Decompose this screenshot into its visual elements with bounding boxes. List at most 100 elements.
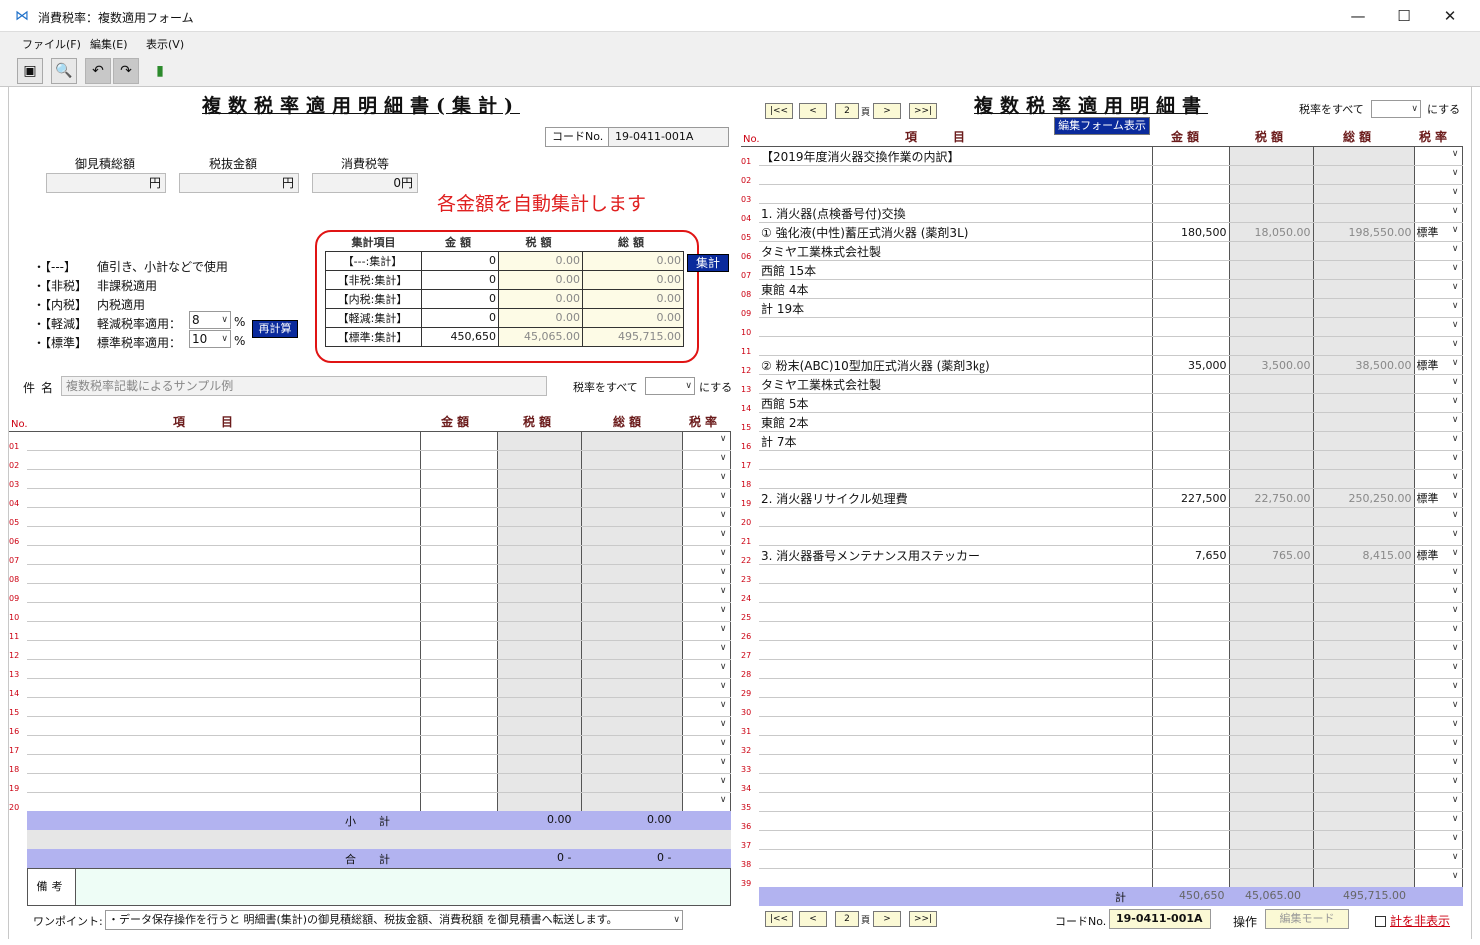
amount-cell[interactable] bbox=[420, 716, 498, 736]
table-row[interactable]: 35 ∨ bbox=[741, 792, 1463, 812]
tax-cell[interactable] bbox=[1229, 583, 1314, 603]
item-cell[interactable] bbox=[759, 735, 1153, 755]
total-cell[interactable] bbox=[581, 526, 683, 546]
total-cell[interactable] bbox=[1313, 507, 1415, 527]
rate-cell[interactable]: ∨ bbox=[1414, 184, 1463, 204]
total-cell[interactable] bbox=[1313, 792, 1415, 812]
menu-view[interactable]: 表示(V) bbox=[146, 36, 184, 52]
table-row[interactable]: 02 ∨ bbox=[741, 165, 1463, 185]
edit-form-button[interactable]: 編集フォーム表示 bbox=[1054, 117, 1150, 135]
total-cell[interactable] bbox=[581, 507, 683, 527]
standard-rate-select[interactable]: 10 ∨ bbox=[189, 330, 231, 348]
total-cell[interactable] bbox=[1313, 868, 1415, 888]
minimize-button[interactable]: — bbox=[1338, 4, 1378, 28]
total-cell[interactable] bbox=[1313, 184, 1415, 204]
amount-cell[interactable] bbox=[420, 754, 498, 774]
rate-cell[interactable]: ∨ bbox=[1414, 450, 1463, 470]
item-cell[interactable]: 西館 5本 bbox=[759, 393, 1153, 413]
total-cell[interactable] bbox=[1313, 716, 1415, 736]
tax-cell[interactable] bbox=[497, 716, 582, 736]
tax-cell[interactable] bbox=[1229, 868, 1314, 888]
page-nav-button[interactable]: < bbox=[799, 911, 827, 927]
amount-cell[interactable]: 227,500 bbox=[1152, 488, 1230, 508]
amount-cell[interactable] bbox=[1152, 773, 1230, 793]
amount-cell[interactable] bbox=[1152, 716, 1230, 736]
total-cell[interactable] bbox=[581, 697, 683, 717]
tax-cell[interactable] bbox=[497, 678, 582, 698]
item-cell[interactable] bbox=[27, 431, 421, 451]
table-row[interactable]: 37 ∨ bbox=[741, 830, 1463, 850]
item-cell[interactable] bbox=[759, 317, 1153, 337]
amount-cell[interactable] bbox=[1152, 374, 1230, 394]
item-cell[interactable]: 2. 消火器リサイクル処理費 bbox=[759, 488, 1153, 508]
tax-cell[interactable] bbox=[497, 621, 582, 641]
amount-cell[interactable] bbox=[1152, 184, 1230, 204]
rate-cell[interactable]: ∨ bbox=[1414, 146, 1463, 166]
rate-cell[interactable]: ∨ bbox=[1414, 412, 1463, 432]
total-cell[interactable] bbox=[581, 792, 683, 812]
rate-cell[interactable]: ∨ bbox=[1414, 583, 1463, 603]
amount-cell[interactable] bbox=[1152, 241, 1230, 261]
total-cell[interactable] bbox=[1313, 849, 1415, 869]
total-button[interactable]: 集計 bbox=[687, 254, 729, 272]
item-cell[interactable] bbox=[759, 507, 1153, 527]
table-row[interactable]: 15 ∨ bbox=[9, 697, 731, 717]
amount-cell[interactable] bbox=[1152, 659, 1230, 679]
table-row[interactable]: 01 【2019年度消火器交換作業の内訳】 ∨ bbox=[741, 146, 1463, 166]
tax-cell[interactable] bbox=[1229, 564, 1314, 584]
total-cell[interactable] bbox=[581, 659, 683, 679]
amount-cell[interactable] bbox=[420, 469, 498, 489]
rate-cell[interactable]: ∨ bbox=[1414, 754, 1463, 774]
tax-cell[interactable] bbox=[497, 697, 582, 717]
tax-cell[interactable] bbox=[1229, 773, 1314, 793]
undo-button[interactable]: ↶ bbox=[85, 58, 111, 84]
amount-cell[interactable] bbox=[1152, 336, 1230, 356]
total-cell[interactable] bbox=[581, 773, 683, 793]
tax-cell[interactable] bbox=[1229, 735, 1314, 755]
total-cell[interactable] bbox=[1313, 317, 1415, 337]
close-button[interactable]: ✕ bbox=[1430, 4, 1470, 28]
tax-cell[interactable] bbox=[1229, 374, 1314, 394]
rate-cell[interactable]: ∨ bbox=[682, 792, 731, 812]
rate-cell[interactable]: ∨ bbox=[682, 716, 731, 736]
item-cell[interactable] bbox=[759, 773, 1153, 793]
tax-cell[interactable] bbox=[1229, 792, 1314, 812]
tax-cell[interactable] bbox=[1229, 716, 1314, 736]
rate-cell[interactable]: ∨ bbox=[682, 773, 731, 793]
table-row[interactable]: 05 ∨ bbox=[9, 507, 731, 527]
amount-cell[interactable] bbox=[420, 773, 498, 793]
rate-cell[interactable]: ∨ bbox=[682, 583, 731, 603]
item-cell[interactable] bbox=[759, 678, 1153, 698]
tax-cell[interactable] bbox=[1229, 621, 1314, 641]
table-row[interactable]: 25 ∨ bbox=[741, 602, 1463, 622]
tax-cell[interactable]: 765.00 bbox=[1229, 545, 1314, 565]
table-row[interactable]: 14 ∨ bbox=[9, 678, 731, 698]
item-cell[interactable] bbox=[759, 526, 1153, 546]
table-row[interactable]: 02 ∨ bbox=[9, 450, 731, 470]
amount-cell[interactable] bbox=[1152, 640, 1230, 660]
tax-cell[interactable] bbox=[1229, 279, 1314, 299]
amount-cell[interactable] bbox=[420, 640, 498, 660]
table-row[interactable]: 08 東館 4本 ∨ bbox=[741, 279, 1463, 299]
item-cell[interactable] bbox=[759, 716, 1153, 736]
rate-cell[interactable]: ∨ bbox=[1414, 716, 1463, 736]
item-cell[interactable] bbox=[759, 849, 1153, 869]
tax-cell[interactable] bbox=[1229, 469, 1314, 489]
total-cell[interactable] bbox=[581, 545, 683, 565]
total-cell[interactable] bbox=[1313, 678, 1415, 698]
table-row[interactable]: 22 3. 消火器番号メンテナンス用ステッカー 7,650 765.00 8,415.0… bbox=[741, 545, 1463, 565]
total-cell[interactable] bbox=[1313, 583, 1415, 603]
tax-cell[interactable] bbox=[1229, 317, 1314, 337]
amount-cell[interactable] bbox=[1152, 735, 1230, 755]
total-cell[interactable] bbox=[581, 488, 683, 508]
total-cell[interactable] bbox=[1313, 393, 1415, 413]
tax-cell[interactable] bbox=[1229, 830, 1314, 850]
rate-cell[interactable]: ∨ bbox=[1414, 868, 1463, 888]
amount-cell[interactable] bbox=[420, 792, 498, 812]
tax-cell[interactable] bbox=[1229, 659, 1314, 679]
tax-cell[interactable] bbox=[1229, 336, 1314, 356]
table-row[interactable]: 19 2. 消火器リサイクル処理費 227,500 22,750.00 250,250.… bbox=[741, 488, 1463, 508]
rate-cell[interactable]: ∨ bbox=[1414, 526, 1463, 546]
amount-cell[interactable] bbox=[420, 697, 498, 717]
rate-all-select-right[interactable]: ∨ bbox=[1371, 100, 1421, 118]
